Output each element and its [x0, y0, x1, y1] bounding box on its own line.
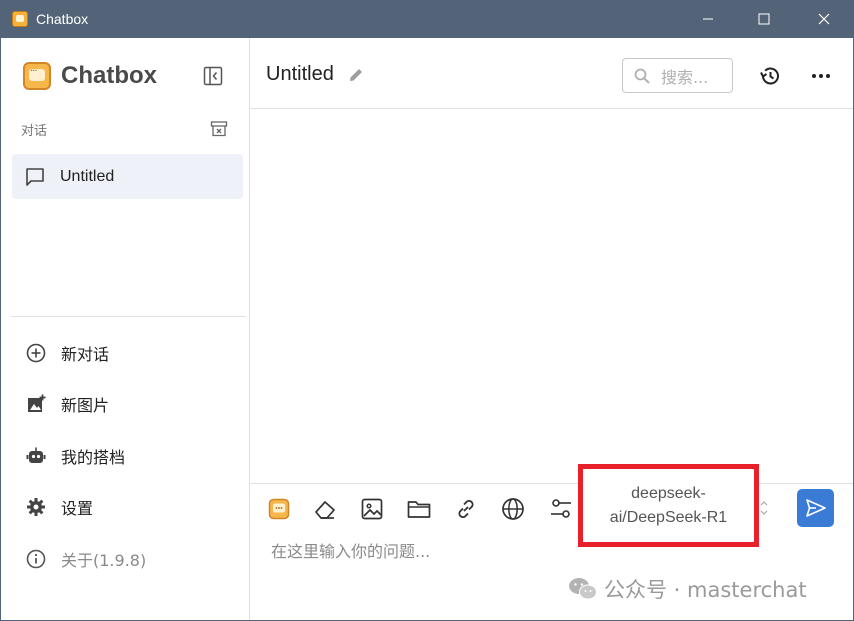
web-search-button[interactable]	[500, 496, 526, 522]
clear-conversations-button[interactable]	[210, 120, 228, 138]
history-icon	[760, 67, 779, 85]
about-button[interactable]: 关于(1.9.8)	[13, 537, 244, 581]
sidebar: Chatbox 对话 Untitled 新对话	[1, 38, 250, 620]
link-icon	[458, 500, 474, 518]
eraser-icon	[315, 501, 335, 519]
chatbox-logo-icon	[268, 498, 290, 520]
partners-label: 我的搭档	[61, 448, 126, 467]
more-options-button[interactable]	[809, 64, 833, 88]
new-image-label: 新图片	[61, 396, 110, 415]
folder-icon	[407, 501, 431, 518]
search-icon	[633, 67, 651, 85]
chat-title: Untitled	[266, 63, 334, 85]
minimize-icon	[703, 18, 713, 20]
search-input[interactable]: 搜索...	[622, 58, 733, 93]
maximize-icon	[758, 13, 770, 25]
wechat-icon	[569, 578, 597, 600]
conversation-label: Untitled	[60, 167, 115, 185]
sidebar-collapse-icon	[203, 66, 223, 86]
chat-bubble-icon	[24, 166, 46, 188]
close-button[interactable]	[796, 0, 852, 38]
about-label: 关于(1.9.8)	[61, 551, 147, 570]
history-button[interactable]	[758, 64, 782, 88]
send-button[interactable]	[797, 489, 834, 527]
new-chat-button[interactable]: 新对话	[13, 331, 244, 375]
chat-main: Untitled 搜索... deepseek-ai/DeepSeek-R1 在…	[251, 38, 853, 620]
partner-select-button[interactable]	[266, 496, 292, 522]
add-photo-icon	[25, 393, 47, 415]
archive-icon	[210, 121, 228, 137]
search-placeholder: 搜索...	[661, 67, 709, 87]
chat-header: Untitled 搜索...	[251, 38, 853, 109]
attach-file-button[interactable]	[406, 496, 432, 522]
window-title: Chatbox	[36, 11, 89, 27]
conversation-item[interactable]: Untitled	[12, 154, 243, 199]
sliders-icon	[551, 499, 571, 518]
add-circle-icon	[25, 342, 47, 364]
collapse-sidebar-button[interactable]	[203, 66, 223, 86]
info-icon	[25, 548, 47, 570]
attach-image-button[interactable]	[359, 496, 385, 522]
app-icon	[12, 11, 28, 27]
brand-name: Chatbox	[61, 62, 157, 89]
more-horizontal-icon	[812, 74, 830, 78]
clear-context-button[interactable]	[312, 496, 338, 522]
new-image-button[interactable]: 新图片	[13, 382, 244, 426]
watermark-text: 公众号 · masterchat	[604, 578, 807, 602]
model-select[interactable]: deepseek-ai/DeepSeek-R1	[578, 464, 759, 547]
minimize-button[interactable]	[680, 0, 736, 38]
settings-button[interactable]: 设置	[13, 485, 244, 529]
close-icon	[818, 13, 830, 25]
robot-icon	[25, 445, 47, 467]
settings-label: 设置	[61, 499, 94, 518]
globe-icon	[502, 498, 524, 520]
partners-button[interactable]: 我的搭档	[13, 434, 244, 478]
pencil-icon	[350, 69, 362, 81]
chatbox-logo-icon	[23, 62, 51, 90]
select-arrows-icon	[759, 499, 769, 517]
sidebar-divider	[11, 316, 246, 317]
chat-settings-button[interactable]	[548, 496, 574, 522]
brand: Chatbox	[23, 62, 157, 90]
new-chat-label: 新对话	[61, 345, 110, 364]
message-input[interactable]: 在这里输入你的问题...	[271, 538, 430, 562]
send-icon	[805, 499, 826, 517]
conversations-section-label: 对话	[21, 124, 48, 139]
attach-link-button[interactable]	[453, 496, 479, 522]
gear-icon	[25, 496, 47, 518]
edit-title-button[interactable]	[347, 66, 365, 84]
watermark: 公众号 · masterchat	[568, 574, 807, 604]
model-select-value: deepseek-ai/DeepSeek-R1	[609, 484, 728, 526]
maximize-button[interactable]	[736, 0, 792, 38]
image-icon	[361, 498, 383, 520]
